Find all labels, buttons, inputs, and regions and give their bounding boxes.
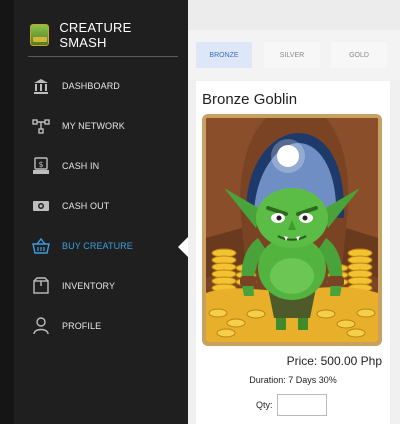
tab-bronze[interactable]: BRONZE: [196, 42, 252, 68]
sidebar: CREATURE SMASH DASHBOARD MY NETWORK $ CA…: [0, 0, 188, 424]
sidebar-item-dashboard[interactable]: DASHBOARD: [14, 66, 188, 106]
sidebar-item-cash-out[interactable]: CASH OUT: [14, 186, 188, 226]
app-logo: [30, 24, 50, 46]
price-label: Price: 500.00 Php: [286, 354, 382, 368]
sidebar-item-label: CASH OUT: [62, 201, 110, 211]
svg-text:$: $: [38, 160, 43, 169]
creature-title: Bronze Goblin: [202, 91, 298, 108]
cash-out-icon: [32, 197, 50, 215]
sidebar-item-cash-in[interactable]: $ CASH IN: [14, 146, 188, 186]
sidebar-item-label: DASHBOARD: [62, 81, 120, 91]
sidebar-item-label: MY NETWORK: [62, 121, 125, 131]
active-indicator: [178, 237, 188, 257]
sidebar-item-label: INVENTORY: [62, 281, 116, 291]
tab-silver[interactable]: SILVER: [264, 42, 320, 68]
sidebar-item-profile[interactable]: PROFILE: [14, 306, 188, 346]
top-bar: [188, 0, 400, 30]
sidebar-item-label: CASH IN: [62, 161, 100, 171]
app-name: CREATURE SMASH: [59, 20, 132, 50]
quantity-row: Qty:: [256, 394, 327, 416]
brand[interactable]: CREATURE SMASH: [14, 14, 178, 56]
basket-icon: [32, 237, 50, 255]
tab-gold[interactable]: GOLD: [331, 42, 387, 68]
sidebar-item-my-network[interactable]: MY NETWORK: [14, 106, 188, 146]
sidebar-item-label: PROFILE: [62, 321, 102, 331]
tier-tabs: BRONZE SILVER GOLD: [188, 30, 400, 80]
sidebar-item-label: BUY CREATURE: [62, 241, 133, 251]
user-icon: [32, 317, 50, 335]
sidebar-nav: DASHBOARD MY NETWORK $ CASH IN CASH OUT …: [14, 66, 188, 346]
divider: [28, 56, 178, 57]
creature-image: [202, 114, 382, 346]
sidebar-edge: [0, 0, 14, 424]
sidebar-item-buy-creature[interactable]: BUY CREATURE: [14, 226, 188, 266]
bank-icon: [32, 77, 50, 95]
cash-in-icon: $: [32, 157, 50, 175]
sidebar-item-inventory[interactable]: INVENTORY: [14, 266, 188, 306]
network-icon: [32, 117, 50, 135]
quantity-label: Qty:: [256, 400, 273, 410]
quantity-input[interactable]: [276, 394, 327, 416]
box-icon: [32, 277, 50, 295]
creature-card: Bronze Goblin Price: 500.00 Php Duration…: [196, 81, 390, 424]
duration-label: Duration: 7 Days 30%: [249, 375, 337, 385]
